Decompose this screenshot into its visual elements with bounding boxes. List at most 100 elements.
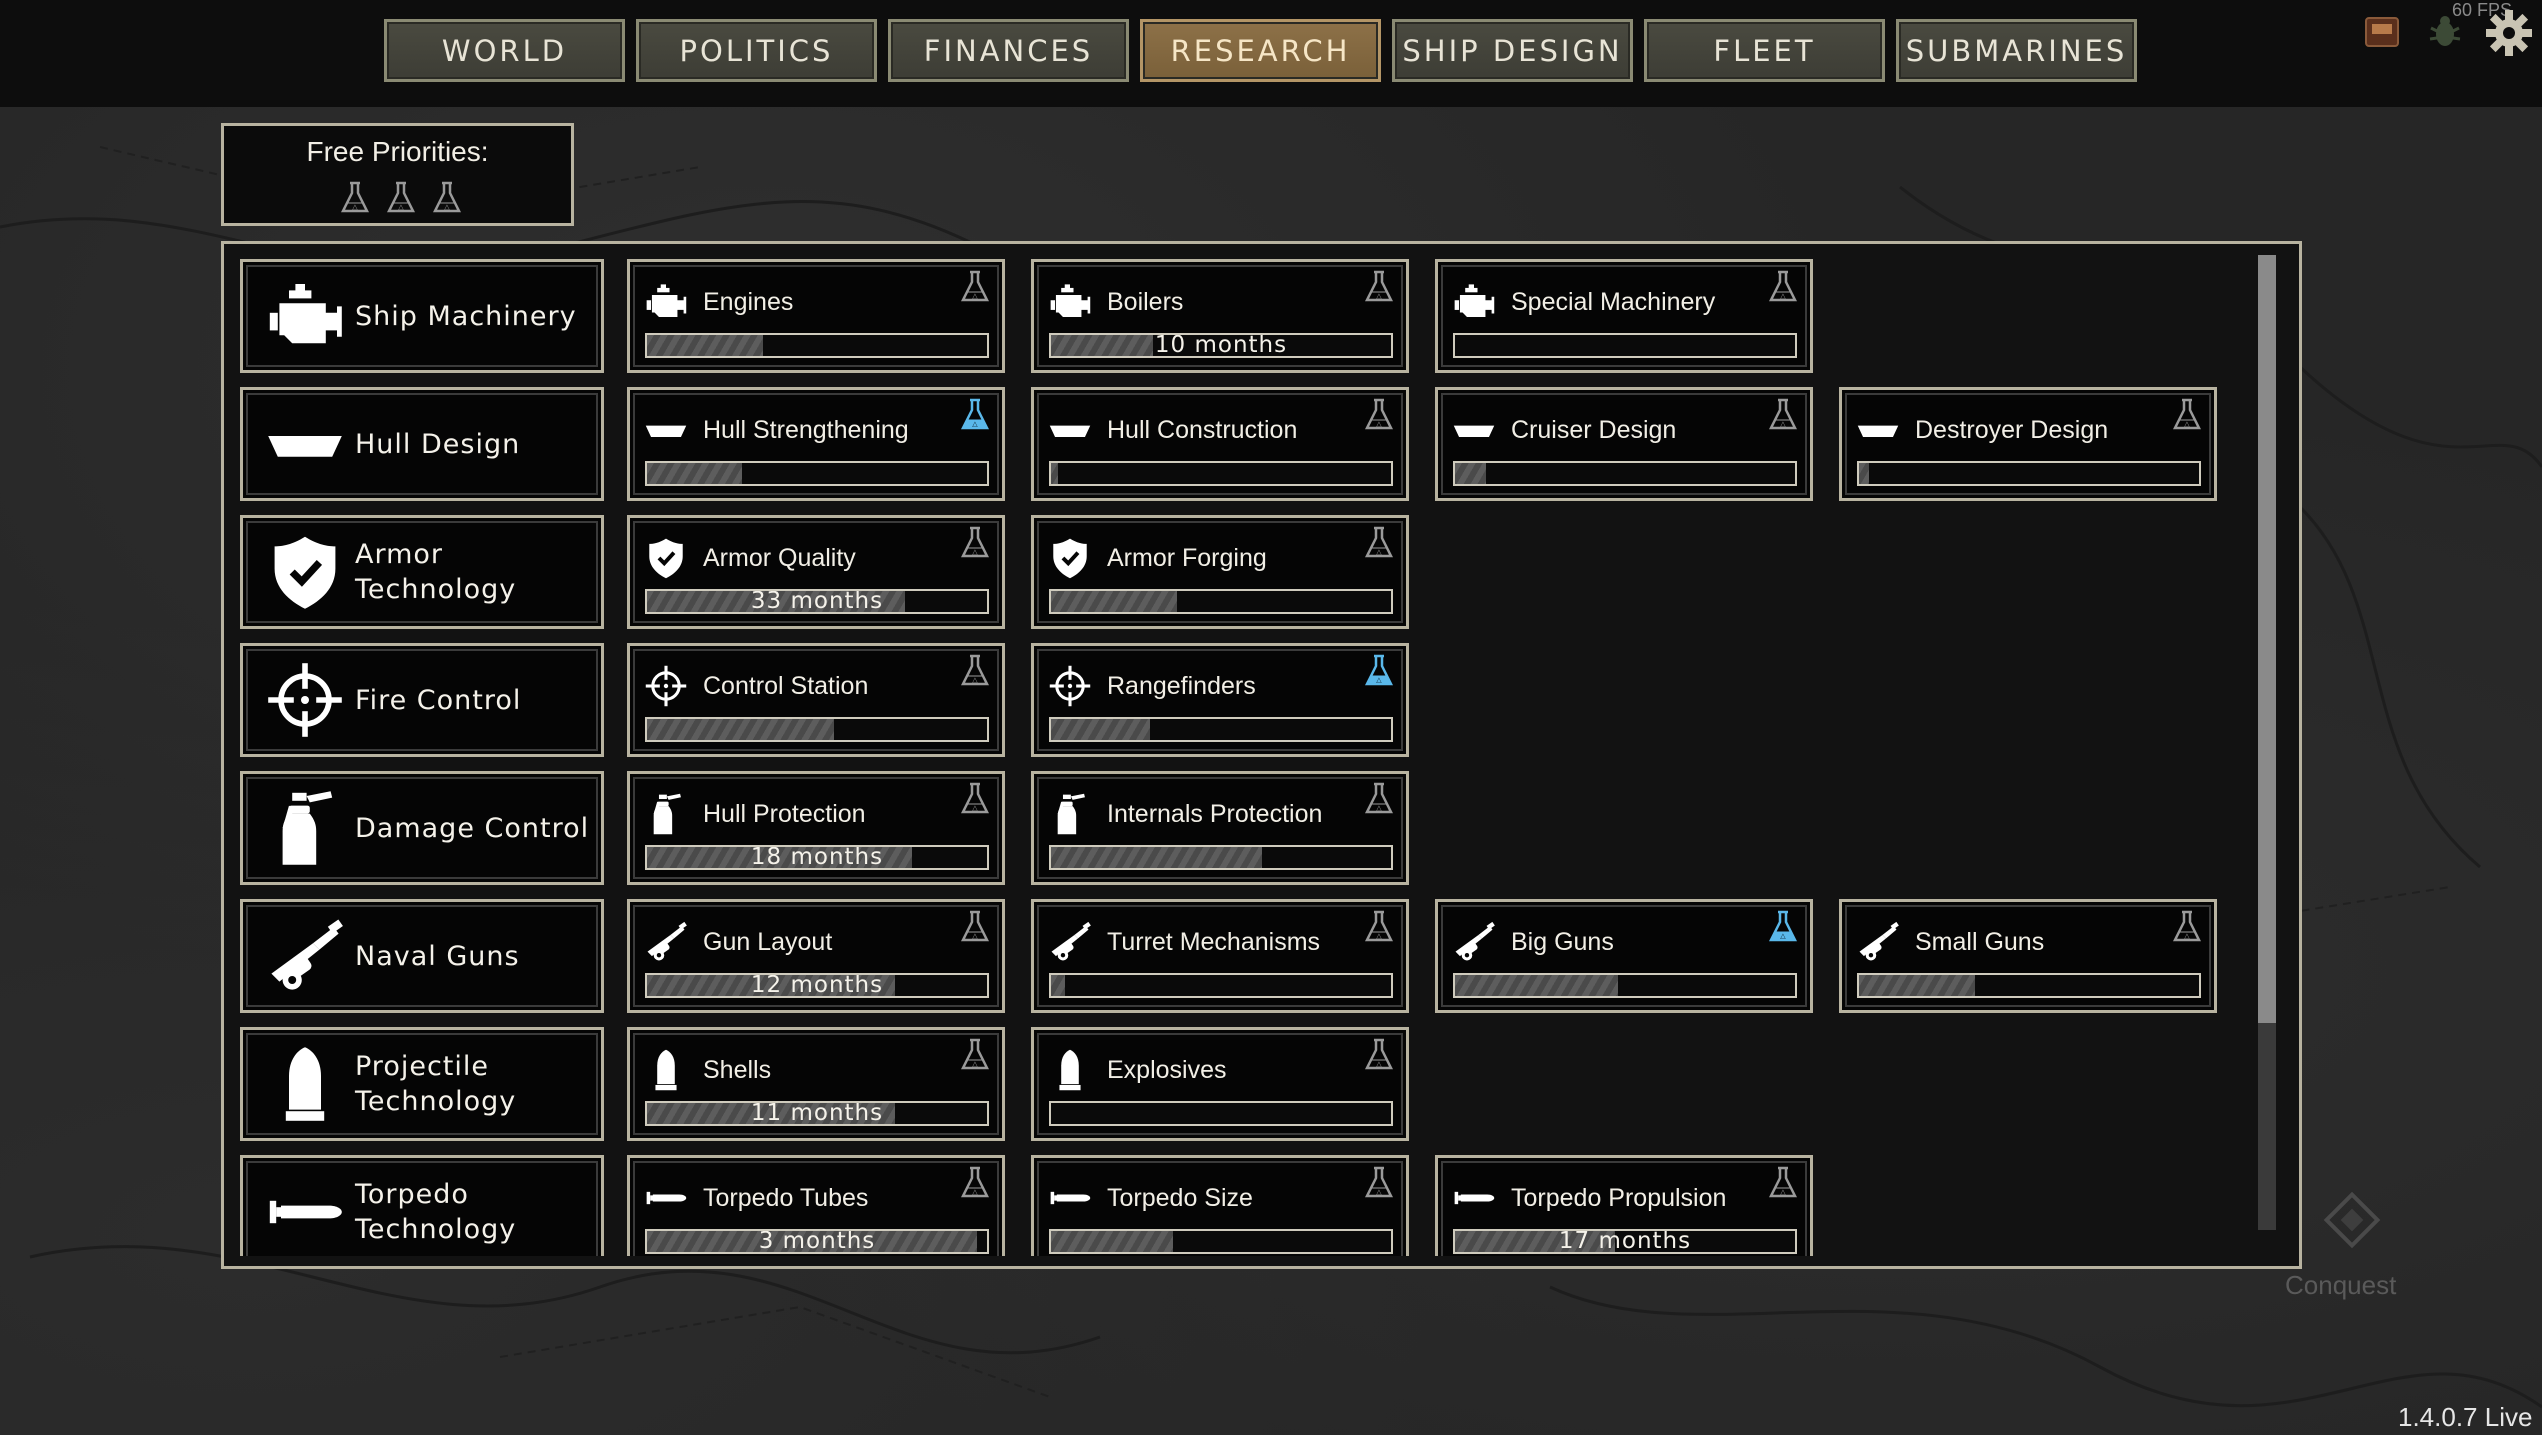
tab-finances[interactable]: FINANCES: [888, 19, 1129, 82]
svg-text:△: △: [1780, 1188, 1786, 1196]
tech-card-big-guns[interactable]: Big Guns △: [1435, 899, 1813, 1013]
hull-icon: [1856, 408, 1900, 452]
tab-world[interactable]: WORLD: [384, 19, 625, 82]
free-priority-flask-icon: △: [432, 181, 462, 213]
tech-card-special-machinery[interactable]: Special Machinery △: [1435, 259, 1813, 373]
research-progress-bar: [1049, 717, 1393, 742]
tech-card-torpedo-size[interactable]: Torpedo Size △: [1031, 1155, 1409, 1256]
tech-name: Big Guns: [1511, 928, 1614, 956]
priority-flask-icon[interactable]: △: [1364, 1038, 1394, 1072]
book-icon[interactable]: [2362, 12, 2402, 52]
tech-card-rangefinders[interactable]: Rangefinders △: [1031, 643, 1409, 757]
priority-flask-icon[interactable]: △: [960, 782, 990, 816]
tech-card-armor-quality[interactable]: Armor Quality △ 33 months: [627, 515, 1005, 629]
priority-flask-icon[interactable]: △: [960, 1038, 990, 1072]
tech-card-hull-construction[interactable]: Hull Construction △: [1031, 387, 1409, 501]
tech-card-hull-strengthening[interactable]: Hull Strengthening △: [627, 387, 1005, 501]
gear-icon[interactable]: [2484, 8, 2534, 58]
progress-fill: [647, 335, 763, 356]
svg-text:△: △: [444, 203, 450, 211]
tech-card-small-guns[interactable]: Small Guns △: [1839, 899, 2217, 1013]
tech-name: Rangefinders: [1107, 672, 1256, 700]
research-progress-bar: [1453, 973, 1797, 998]
progress-fill: [1859, 463, 1870, 484]
priority-flask-icon[interactable]: △: [1364, 910, 1394, 944]
tab-ship-design[interactable]: SHIP DESIGN: [1392, 19, 1633, 82]
priority-flask-active-icon[interactable]: △: [960, 398, 990, 432]
priority-flask-icon[interactable]: △: [1364, 270, 1394, 304]
tech-card-gun-layout[interactable]: Gun Layout △ 12 months: [627, 899, 1005, 1013]
top-navigation-bar: WORLD POLITICS FINANCES RESEARCH SHIP DE…: [0, 0, 2542, 107]
category-hull-design[interactable]: Hull Design: [240, 387, 604, 501]
priority-flask-icon[interactable]: △: [2172, 398, 2202, 432]
tech-card-hull-protection[interactable]: Hull Protection △ 18 months: [627, 771, 1005, 885]
engine-icon: [1452, 280, 1496, 324]
priority-flask-icon[interactable]: △: [960, 1166, 990, 1200]
priority-flask-icon[interactable]: △: [960, 270, 990, 304]
research-progress-bar: [1049, 461, 1393, 486]
tab-fleet[interactable]: FLEET: [1644, 19, 1885, 82]
version-label: 1.4.0.7 Live: [2398, 1402, 2533, 1432]
tech-card-turret-mechanisms[interactable]: Turret Mechanisms △: [1031, 899, 1409, 1013]
tech-card-destroyer-design[interactable]: Destroyer Design △: [1839, 387, 2217, 501]
progress-fill: [647, 719, 834, 740]
category-naval-guns[interactable]: Naval Guns: [240, 899, 604, 1013]
progress-fill: [1051, 847, 1262, 868]
priority-flask-icon[interactable]: △: [1768, 1166, 1798, 1200]
tech-name: Cruiser Design: [1511, 416, 1677, 444]
tech-card-internals-protection[interactable]: Internals Protection △: [1031, 771, 1409, 885]
category-armor-technology[interactable]: Armor Technology: [240, 515, 604, 629]
tab-research[interactable]: RESEARCH: [1140, 19, 1381, 82]
priority-flask-icon[interactable]: △: [960, 654, 990, 688]
svg-text:△: △: [352, 203, 358, 211]
tech-card-armor-forging[interactable]: Armor Forging △: [1031, 515, 1409, 629]
research-progress-bar: 3 months: [645, 1229, 989, 1254]
priority-flask-icon[interactable]: △: [1364, 1166, 1394, 1200]
svg-text:△: △: [972, 1188, 978, 1196]
priority-flask-active-icon[interactable]: △: [1364, 654, 1394, 688]
extinguisher-icon: [644, 792, 688, 836]
svg-text:△: △: [1780, 292, 1786, 300]
category-damage-control[interactable]: Damage Control: [240, 771, 604, 885]
priority-flask-icon[interactable]: △: [1768, 270, 1798, 304]
priority-flask-icon[interactable]: △: [2172, 910, 2202, 944]
research-progress-bar: [1857, 973, 2201, 998]
tech-card-shells[interactable]: Shells △ 11 months: [627, 1027, 1005, 1141]
conquest-icon[interactable]: [2322, 1190, 2382, 1250]
category-fire-control[interactable]: Fire Control: [240, 643, 604, 757]
priority-flask-icon[interactable]: △: [1364, 782, 1394, 816]
time-remaining: 3 months: [758, 1229, 876, 1254]
progress-fill: [1859, 975, 1975, 996]
category-label: Projectile Technology: [355, 1051, 517, 1117]
priority-flask-active-icon[interactable]: △: [1768, 910, 1798, 944]
priority-flask-icon[interactable]: △: [960, 526, 990, 560]
conquest-label: Conquest: [2285, 1270, 2397, 1300]
tech-card-engines[interactable]: Engines △: [627, 259, 1005, 373]
research-progress-bar: [1049, 973, 1393, 998]
svg-text:△: △: [972, 292, 978, 300]
priority-flask-icon[interactable]: △: [1364, 526, 1394, 560]
category-projectile-technology[interactable]: Projectile Technology: [240, 1027, 604, 1141]
category-torpedo-technology[interactable]: Torpedo Technology: [240, 1155, 604, 1256]
tech-card-control-station[interactable]: Control Station △: [627, 643, 1005, 757]
svg-text:△: △: [972, 932, 978, 940]
svg-text:△: △: [1376, 804, 1382, 812]
priority-flask-icon[interactable]: △: [1364, 398, 1394, 432]
tech-card-cruiser-design[interactable]: Cruiser Design △: [1435, 387, 1813, 501]
scrollbar-thumb[interactable]: [2258, 255, 2276, 1023]
shell-icon: [644, 1048, 688, 1092]
svg-text:△: △: [1780, 420, 1786, 428]
tech-card-boilers[interactable]: Boilers △ 10 months: [1031, 259, 1409, 373]
tech-card-torpedo-propulsion[interactable]: Torpedo Propulsion △ 17 months: [1435, 1155, 1813, 1256]
priority-flask-icon[interactable]: △: [960, 910, 990, 944]
time-remaining: 11 months: [750, 1101, 884, 1126]
tech-card-explosives[interactable]: Explosives △: [1031, 1027, 1409, 1141]
tab-politics[interactable]: POLITICS: [636, 19, 877, 82]
priority-flask-icon[interactable]: △: [1768, 398, 1798, 432]
category-ship-machinery[interactable]: Ship Machinery: [240, 259, 604, 373]
hull-icon: [644, 408, 688, 452]
tab-submarines[interactable]: SUBMARINES: [1896, 19, 2137, 82]
tech-card-torpedo-tubes[interactable]: Torpedo Tubes △ 3 months: [627, 1155, 1005, 1256]
research-progress-bar: 12 months: [645, 973, 989, 998]
tech-name: Explosives: [1107, 1056, 1227, 1084]
